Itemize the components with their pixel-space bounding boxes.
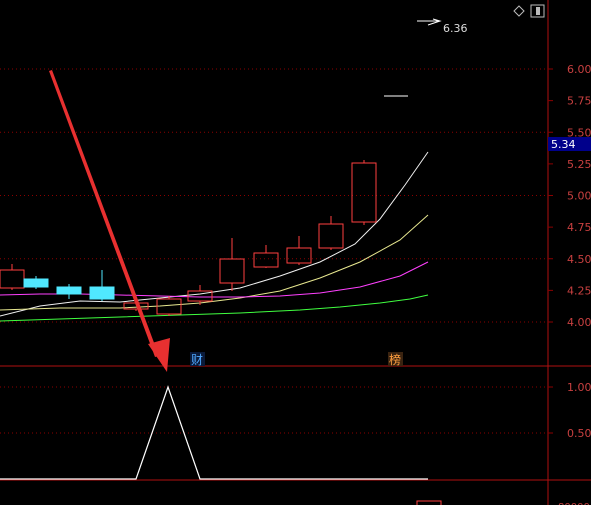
- price-tick-label: 6.00: [567, 63, 591, 76]
- price-tick-label: 5.00: [567, 190, 591, 203]
- event-mark-rank[interactable]: 榜: [389, 352, 401, 367]
- candle-body: [219, 258, 245, 284]
- indicator-tick-label: 0.50: [567, 427, 591, 440]
- price-tick-label: 5.75: [567, 95, 591, 108]
- price-tick-label: 4.75: [567, 221, 591, 234]
- candle-body: [253, 252, 279, 268]
- candle-body: [156, 298, 182, 315]
- event-mark-finance[interactable]: 财: [191, 353, 203, 367]
- candle-body: [318, 223, 344, 249]
- price-tick-label: 5.25: [567, 158, 591, 171]
- candle-body: [89, 286, 115, 300]
- price-tick-label: 4.50: [567, 253, 591, 266]
- stock-chart-canvas[interactable]: 6.005.755.505.255.004.754.504.254.00 1.0…: [0, 0, 591, 505]
- indicator-tick-label: 1.00: [567, 381, 591, 394]
- moving-average-lines: [0, 151, 429, 322]
- candle-body: [56, 286, 82, 295]
- price-grid: [0, 68, 548, 323]
- candle-body: [0, 269, 25, 289]
- candle-body: [351, 162, 377, 223]
- high-marker-arrow-icon: [427, 18, 442, 26]
- price-tick-label: 4.00: [567, 316, 591, 329]
- price-tick-label: 4.25: [567, 284, 591, 297]
- panel-toggle-icon-inner: [536, 7, 540, 15]
- candle-body: [23, 278, 49, 288]
- diamond-icon[interactable]: [513, 5, 525, 17]
- annotation-arrow-head: [148, 338, 170, 372]
- volume-bar: [416, 500, 442, 505]
- indicator-panel: 1.00 0.50: [0, 381, 591, 480]
- price-axis: 6.005.755.505.255.004.754.504.254.00: [548, 63, 591, 329]
- candle-body: [286, 247, 312, 264]
- current-price-tag: 5.34: [551, 138, 576, 151]
- high-marker-label: 6.36: [443, 22, 468, 35]
- moving-average-line: [0, 214, 429, 311]
- annotation-arrow-shaft: [49, 70, 159, 357]
